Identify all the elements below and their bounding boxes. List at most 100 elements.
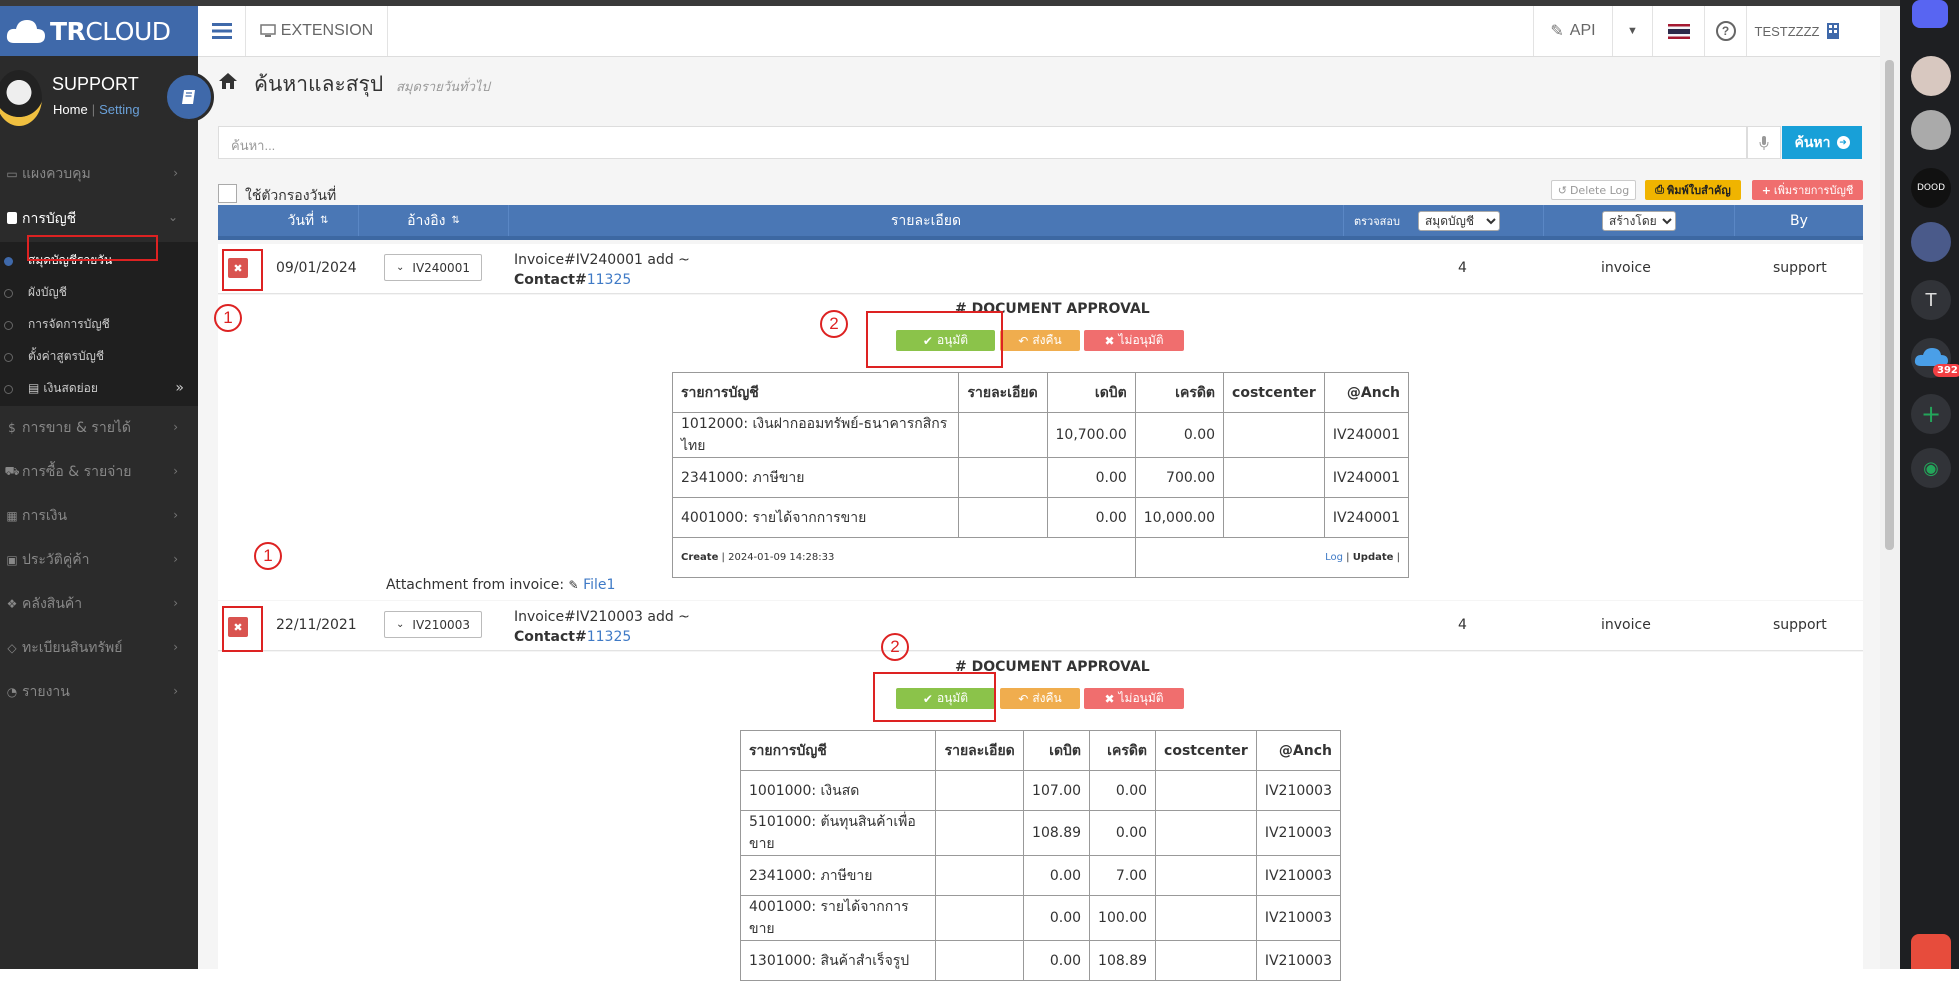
update-link[interactable]: Update <box>1353 552 1394 563</box>
cell-account: 5101000: ต้นทุนสินค้าเพื่อขาย <box>739 810 937 856</box>
logo[interactable]: TR CLOUD <box>0 6 198 56</box>
journal-row[interactable]: ✖ 22/11/2021 ⌄ IV210003 Invoice#IV210003 … <box>218 601 1863 651</box>
reject-label: ไม่อนุมัติ <box>1118 333 1164 347</box>
reject-button[interactable]: ✖ ไม่อนุมัติ <box>1084 688 1184 709</box>
delete-log-button[interactable]: ↺ Delete Log <box>1551 180 1636 200</box>
attachment-file-link[interactable]: File1 <box>583 577 615 593</box>
sidebar-subitem-formula-settings[interactable]: ตั้งค่าสูตรบัญชี <box>0 340 198 372</box>
table-row: 4001000: รายได้จากการขาย 0.00 100.00 IV2100… <box>739 895 1342 941</box>
extension-button[interactable]: EXTENSION <box>246 6 388 56</box>
cell-debit: 0.00 <box>1023 940 1091 981</box>
menu-toggle-button[interactable] <box>198 6 246 56</box>
sidebar-item-label: การบัญชี <box>22 211 77 227</box>
sidebar-item-purchases[interactable]: ⛟ การซื้อ & รายจ่าย › <box>0 450 198 494</box>
api-button[interactable]: ✎ API <box>1533 6 1613 56</box>
sidebar-subitem-petty-cash[interactable]: ▤ เงินสดย่อย » <box>0 372 198 404</box>
server-avatar[interactable] <box>1911 222 1951 262</box>
history-icon: ↺ <box>1557 183 1567 197</box>
logo-light: CLOUD <box>85 16 171 46</box>
sidebar-item-label: ประวัติคู่ค้า <box>22 552 90 568</box>
sidebar-item-dashboard[interactable]: ▭ แผงควบคุม › <box>0 152 198 196</box>
log-link[interactable]: Log <box>1325 552 1343 563</box>
created-by-select[interactable]: สร้างโดย <box>1602 210 1676 231</box>
cell-debit: 10,700.00 <box>1046 412 1136 458</box>
table-row: 2341000: ภาษีขาย 0.00 7.00 IV210003 <box>739 855 1342 896</box>
compass-icon: ◉ <box>1923 457 1939 479</box>
journal-row[interactable]: ✖ 09/01/2024 ⌄ IV240001 Invoice#IV240001 … <box>218 244 1863 294</box>
server-avatar[interactable]: DOOD <box>1911 168 1951 208</box>
chevron-circle-icon: ⌄ <box>396 619 405 630</box>
sidebar-subitem-chart-of-accounts[interactable]: ผังบัญชี <box>0 276 198 308</box>
monitor-icon: ▭ <box>6 167 18 181</box>
col-detail-label: รายละเอียด <box>890 212 962 229</box>
app-icon[interactable] <box>1911 934 1951 969</box>
return-button[interactable]: ↶ ส่งคืน <box>1000 330 1080 351</box>
scrollbar-thumb[interactable] <box>1885 60 1894 550</box>
cell-cc <box>1223 412 1325 458</box>
return-button[interactable]: ↶ ส่งคืน <box>1000 688 1080 709</box>
chevron-right-icon: › <box>173 508 178 522</box>
highlight-box <box>222 249 263 291</box>
cell-credit: 108.89 <box>1089 940 1157 981</box>
sidebar-item-inventory[interactable]: ❖ คลังสินค้า › <box>0 582 198 626</box>
language-flag-button[interactable] <box>1653 6 1705 56</box>
dollar-icon: $ <box>8 421 16 435</box>
col-detail: รายละเอียด <box>509 205 1344 236</box>
ref-dropdown-button[interactable]: ⌄ IV210003 <box>384 611 482 638</box>
server-avatar[interactable] <box>1911 110 1951 150</box>
dropdown-button[interactable]: ▼ <box>1613 6 1653 56</box>
add-server-button[interactable]: + <box>1911 394 1951 434</box>
server-avatar[interactable]: T <box>1911 280 1951 320</box>
reject-button[interactable]: ✖ ไม่อนุมัติ <box>1084 330 1184 351</box>
setting-link[interactable]: Setting <box>99 102 139 117</box>
table-row: 1001000: เงินสด 107.00 0.00 IV210003 <box>739 770 1342 811</box>
sidebar-item-assets[interactable]: ◇ ทะเบียนสินทรัพย์ › <box>0 626 198 670</box>
discord-icon[interactable] <box>1912 0 1948 28</box>
th-detail: รายละเอียด <box>935 730 1025 771</box>
help-button[interactable]: ? <box>1705 6 1747 56</box>
col-date-sort[interactable]: วันที่ ⇅ <box>218 205 359 236</box>
server-avatar[interactable] <box>1911 56 1951 96</box>
ref-label: IV240001 <box>412 260 470 275</box>
ref-dropdown-button[interactable]: ⌄ IV240001 <box>384 254 482 281</box>
date-filter-checkbox[interactable] <box>218 184 237 203</box>
print-voucher-button[interactable]: ⎙ พิมพ์ใบสำคัญ <box>1645 180 1741 200</box>
id-icon: ▣ <box>6 553 18 567</box>
book-button[interactable] <box>164 72 214 122</box>
id-card-icon: ▤ <box>28 381 40 395</box>
user-menu-button[interactable]: TESTZZZZ <box>1747 6 1847 56</box>
col-ref-sort[interactable]: อ้างอิง ⇅ <box>359 205 509 236</box>
book-filter-select[interactable]: สมุดบัญชี <box>1417 210 1500 231</box>
table-row: 5101000: ต้นทุนสินค้าเพื่อขาย 108.89 0.00 I… <box>739 810 1342 856</box>
add-entry-button[interactable]: + เพิ่มรายการบัญชี <box>1752 180 1863 200</box>
annotation-marker: 1 <box>254 542 282 570</box>
microphone-button[interactable] <box>1747 126 1781 159</box>
sidebar-item-sales[interactable]: $ การขาย & รายได้ › <box>0 406 198 450</box>
cell-account: 4001000: รายได้จากการขาย <box>672 497 959 538</box>
avatar[interactable] <box>0 70 42 126</box>
microphone-icon <box>1759 135 1769 150</box>
highlight-box <box>866 311 1003 368</box>
th-credit: เครดิต <box>1089 730 1157 771</box>
attachment-label: Attachment from invoice: <box>386 577 565 593</box>
cell-detail <box>935 855 1025 896</box>
server-avatar[interactable]: 392 <box>1911 338 1959 378</box>
subitem-label: ผังบัญชี <box>28 284 67 299</box>
th-detail: รายละเอียด <box>957 372 1048 413</box>
cell-cc <box>1223 457 1325 498</box>
subitem-label: ตั้งค่าสูตรบัญชี <box>28 348 104 363</box>
explore-button[interactable]: ◉ <box>1911 448 1951 488</box>
home-link[interactable]: Home <box>53 102 88 117</box>
contact-link[interactable]: 11325 <box>587 629 632 645</box>
home-icon[interactable] <box>218 72 238 90</box>
contact-label: Contact# <box>514 272 587 288</box>
sidebar-subitem-account-management[interactable]: การจัดการบัญชี <box>0 308 198 340</box>
search-button[interactable]: ค้นหา ➜ <box>1782 126 1862 159</box>
sidebar-item-reports[interactable]: ◔ รายงาน › <box>0 670 198 714</box>
cell-cc <box>1155 770 1257 811</box>
sidebar-item-finance[interactable]: ▦ การเงิน › <box>0 494 198 538</box>
sidebar-item-partners[interactable]: ▣ ประวัติคู่ค้า › <box>0 538 198 582</box>
col-check-label: ตรวจสอบ <box>1354 214 1400 228</box>
search-input[interactable]: ค้นหา... <box>218 126 1747 159</box>
contact-link[interactable]: 11325 <box>587 272 632 288</box>
